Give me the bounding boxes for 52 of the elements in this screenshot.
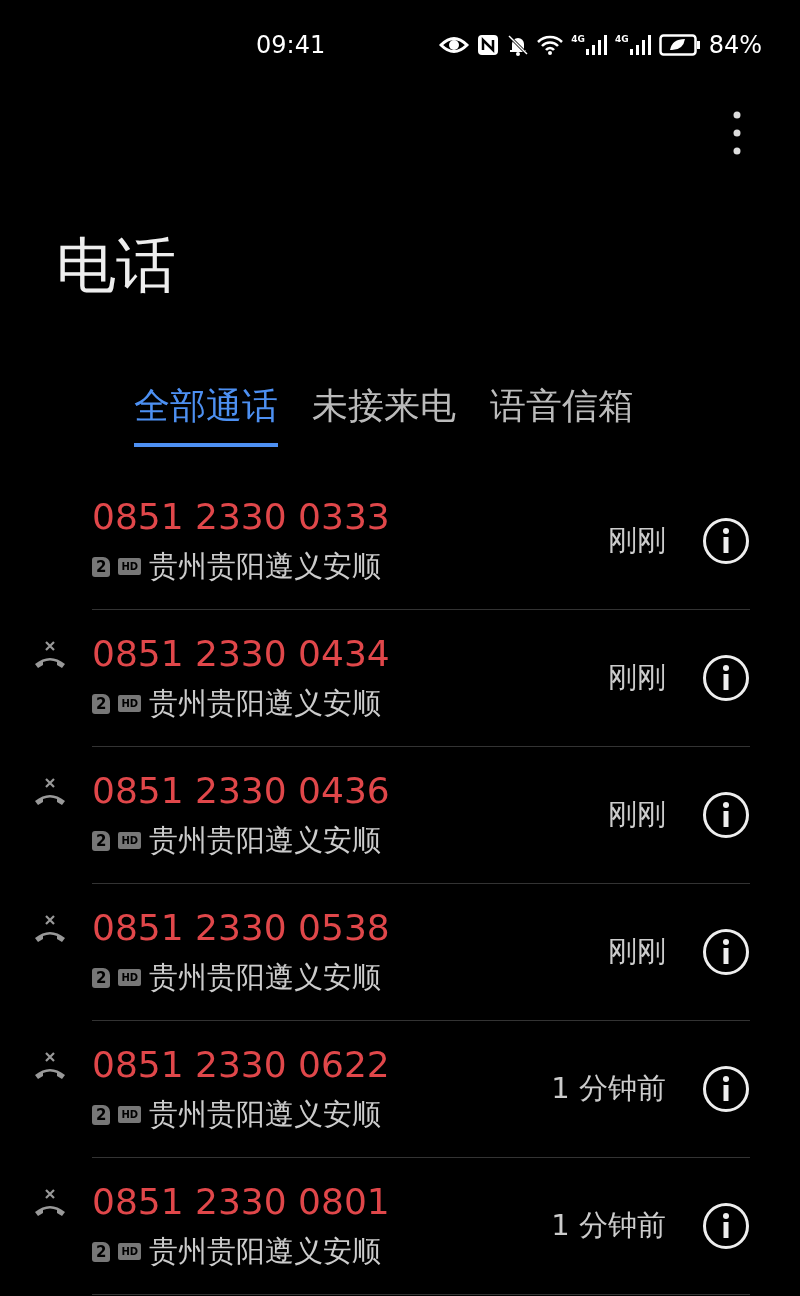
- phone-number: 0851 2330 0801: [92, 1180, 391, 1224]
- sim-badge: 2: [92, 693, 111, 714]
- call-time: 1 分钟前: [551, 1207, 666, 1244]
- sim-badge: 2: [92, 1241, 111, 1262]
- hd-badge: HD: [118, 558, 142, 576]
- sim-badge: 2: [92, 967, 111, 988]
- hd-badge: HD: [118, 1106, 142, 1124]
- phone-number: 0851 2330 0436: [92, 769, 391, 813]
- call-location: 贵州贵阳遵义安顺: [149, 1095, 382, 1133]
- sim-badge: 2: [92, 830, 111, 851]
- network-type: 4G: [571, 34, 585, 44]
- call-time: 刚刚: [608, 933, 666, 970]
- signal-icon: [628, 34, 651, 56]
- hd-badge: HD: [118, 969, 142, 987]
- call-time: 1 分钟前: [551, 1070, 666, 1107]
- tab[interactable]: 语音信箱: [490, 382, 634, 447]
- call-location: 贵州贵阳遵义安顺: [149, 1232, 382, 1270]
- phone-number: 0851 2330 0538: [92, 906, 391, 950]
- info-icon[interactable]: [702, 654, 750, 702]
- battery-icon: [658, 34, 701, 56]
- page-title: 电话: [56, 232, 177, 298]
- call-location: 贵州贵阳遵义安顺: [149, 821, 382, 859]
- call-time: 刚刚: [608, 522, 666, 559]
- phone-number: 0851 2330 0434: [92, 632, 391, 676]
- muted-bell-icon: [507, 34, 530, 56]
- call-location: 贵州贵阳遵义安顺: [149, 684, 382, 722]
- call-location: 贵州贵阳遵义安顺: [149, 958, 382, 996]
- info-icon[interactable]: [702, 928, 750, 976]
- more-options-icon[interactable]: [732, 110, 742, 156]
- info-icon[interactable]: [702, 791, 750, 839]
- hd-badge: HD: [118, 695, 142, 713]
- network-type: 4G: [615, 34, 629, 44]
- wifi-icon: [537, 35, 564, 55]
- phone-number: 0851 2330 0333: [92, 495, 391, 539]
- call-time: 刚刚: [608, 796, 666, 833]
- sim-badge: 2: [92, 1104, 111, 1125]
- eye-icon: [439, 35, 470, 55]
- hd-badge: HD: [118, 832, 142, 850]
- info-icon[interactable]: [702, 1202, 750, 1250]
- tab[interactable]: 全部通话: [134, 382, 278, 447]
- sim-badge: 2: [92, 556, 111, 577]
- status-time: 09:41: [256, 31, 326, 59]
- nfc-icon: [477, 34, 500, 56]
- call-location: 贵州贵阳遵义安顺: [149, 547, 382, 585]
- tab[interactable]: 未接来电: [312, 382, 456, 447]
- call-time: 刚刚: [608, 659, 666, 696]
- info-icon[interactable]: [702, 1065, 750, 1113]
- battery-percent: 84%: [708, 31, 762, 59]
- info-icon[interactable]: [702, 517, 750, 565]
- hd-badge: HD: [118, 1243, 142, 1261]
- phone-number: 0851 2330 0622: [92, 1043, 391, 1087]
- signal-icon: [585, 34, 607, 56]
